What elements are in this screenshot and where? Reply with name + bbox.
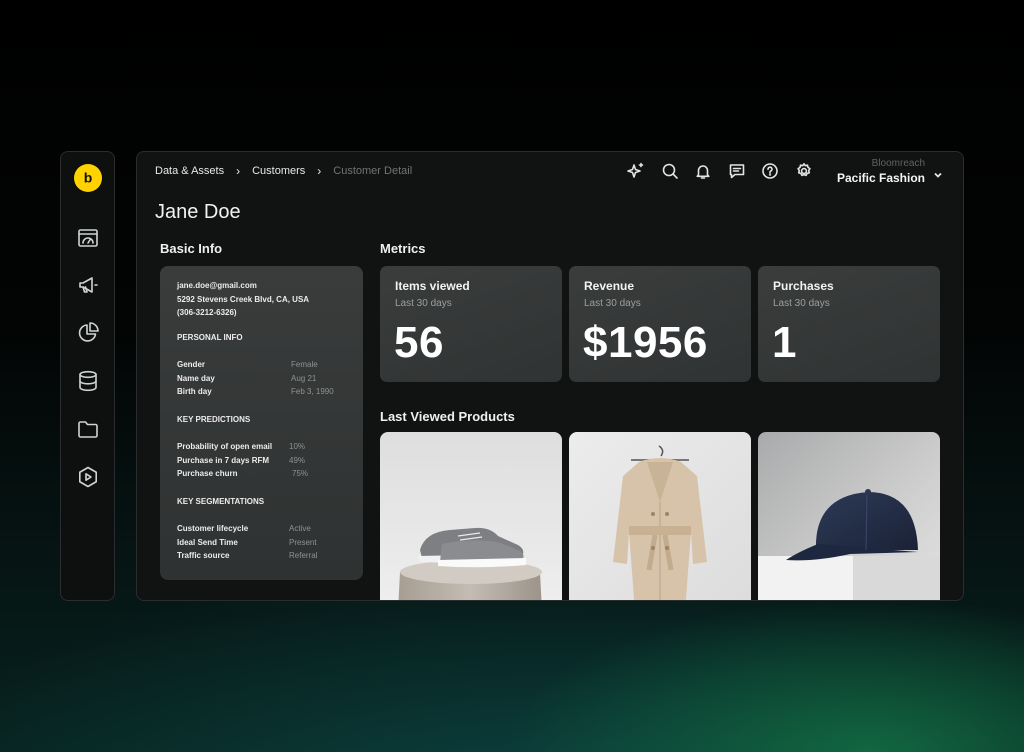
basic-info-card: jane.doe@gmail.com 5292 Stevens Creek Bl… bbox=[160, 266, 363, 580]
metric-title: Revenue bbox=[584, 279, 635, 293]
chevron-right-icon: › bbox=[236, 164, 241, 178]
play-hexagon-icon[interactable] bbox=[76, 465, 100, 489]
metric-card-items-viewed: Items viewed Last 30 days 56 bbox=[380, 266, 562, 382]
key-predictions-list: Probability of open email 10% Purchase in… bbox=[177, 440, 357, 481]
list-item: Ideal Send Time Present bbox=[177, 537, 317, 547]
search-icon[interactable] bbox=[661, 162, 679, 180]
trench-coat-image bbox=[569, 432, 751, 600]
chevron-down-icon[interactable] bbox=[933, 167, 943, 178]
bloomreach-logo[interactable]: b bbox=[74, 164, 102, 192]
baseball-cap-image bbox=[758, 432, 940, 600]
phone: (306-3212-6326) bbox=[177, 308, 237, 317]
svg-text:b: b bbox=[84, 170, 93, 186]
metric-period: Last 30 days bbox=[395, 298, 452, 309]
page-title: Jane Doe bbox=[155, 201, 241, 223]
metric-title: Items viewed bbox=[395, 279, 470, 293]
metric-card-purchases: Purchases Last 30 days 1 bbox=[758, 266, 940, 382]
megaphone-icon[interactable] bbox=[76, 273, 100, 297]
main-panel: Data & Assets › Customers › Customer Det… bbox=[136, 151, 964, 601]
chat-icon[interactable] bbox=[728, 162, 746, 180]
breadcrumb: Data & Assets › Customers › Customer Det… bbox=[155, 164, 412, 178]
gear-icon[interactable] bbox=[795, 162, 813, 180]
sidebar: b bbox=[60, 151, 115, 601]
list-item: Gender Female bbox=[177, 360, 318, 369]
metric-period: Last 30 days bbox=[773, 298, 830, 309]
toolbar bbox=[627, 162, 828, 180]
account-name: Pacific Fashion bbox=[836, 171, 925, 185]
database-icon[interactable] bbox=[76, 369, 100, 393]
folder-icon[interactable] bbox=[76, 417, 100, 441]
email[interactable]: jane.doe@gmail.com bbox=[177, 279, 309, 293]
contact-info: jane.doe@gmail.com 5292 Stevens Creek Bl… bbox=[177, 279, 309, 320]
basic-info-title: Basic Info bbox=[160, 241, 223, 256]
list-item: Purchase in 7 days RFM 49% bbox=[177, 455, 306, 465]
metric-value: 56 bbox=[394, 318, 444, 367]
key-segmentations-heading: KEY SEGMENTATIONS bbox=[177, 497, 265, 506]
list-item: Name day Aug 21 bbox=[177, 373, 317, 383]
account-switcher[interactable]: Bloomreach Pacific Fashion bbox=[837, 158, 925, 185]
key-segmentations-list: Customer lifecycle Active Ideal Send Time… bbox=[177, 522, 357, 563]
list-item: Traffic source Referral bbox=[177, 551, 318, 561]
sparkle-icon[interactable] bbox=[627, 162, 645, 180]
metric-value: $1956 bbox=[583, 318, 708, 367]
logo-mark-icon: b bbox=[84, 170, 93, 186]
list-item: Probability of open email 10% bbox=[177, 442, 306, 451]
list-item: Customer lifecycle Active bbox=[177, 524, 311, 533]
dashboard-icon[interactable] bbox=[76, 226, 100, 250]
breadcrumb-data-assets[interactable]: Data & Assets bbox=[155, 165, 224, 177]
metric-period: Last 30 days bbox=[584, 298, 641, 309]
sneakers-image bbox=[380, 432, 562, 600]
breadcrumb-customer-detail: Customer Detail bbox=[333, 165, 413, 177]
product-card-trench-coat[interactable] bbox=[569, 432, 751, 600]
product-card-baseball-cap[interactable] bbox=[758, 432, 940, 600]
chevron-right-icon: › bbox=[317, 164, 322, 178]
pie-chart-icon[interactable] bbox=[76, 321, 100, 345]
account-org: Bloomreach bbox=[871, 158, 925, 169]
breadcrumb-customers[interactable]: Customers bbox=[252, 165, 305, 177]
key-predictions-heading: KEY PREDICTIONS bbox=[177, 415, 251, 424]
address: 5292 Stevens Creek Blvd, CA, USA bbox=[177, 294, 310, 304]
last-viewed-products-title: Last Viewed Products bbox=[380, 409, 515, 424]
personal-info-list: Gender Female Name day Aug 21 Birth day Feb… bbox=[177, 358, 357, 399]
list-item: Birth day Feb 3, 1990 bbox=[177, 387, 334, 397]
help-icon[interactable] bbox=[761, 162, 779, 180]
personal-info-heading: PERSONAL INFO bbox=[177, 333, 243, 342]
list-item: Purchase churn 75% bbox=[177, 469, 309, 479]
metrics-title: Metrics bbox=[380, 241, 426, 256]
bell-icon[interactable] bbox=[694, 162, 712, 180]
product-card-sneakers[interactable] bbox=[380, 432, 562, 600]
metric-card-revenue: Revenue Last 30 days $1956 bbox=[569, 266, 751, 382]
metric-value: 1 bbox=[772, 318, 797, 367]
metric-title: Purchases bbox=[773, 279, 834, 293]
